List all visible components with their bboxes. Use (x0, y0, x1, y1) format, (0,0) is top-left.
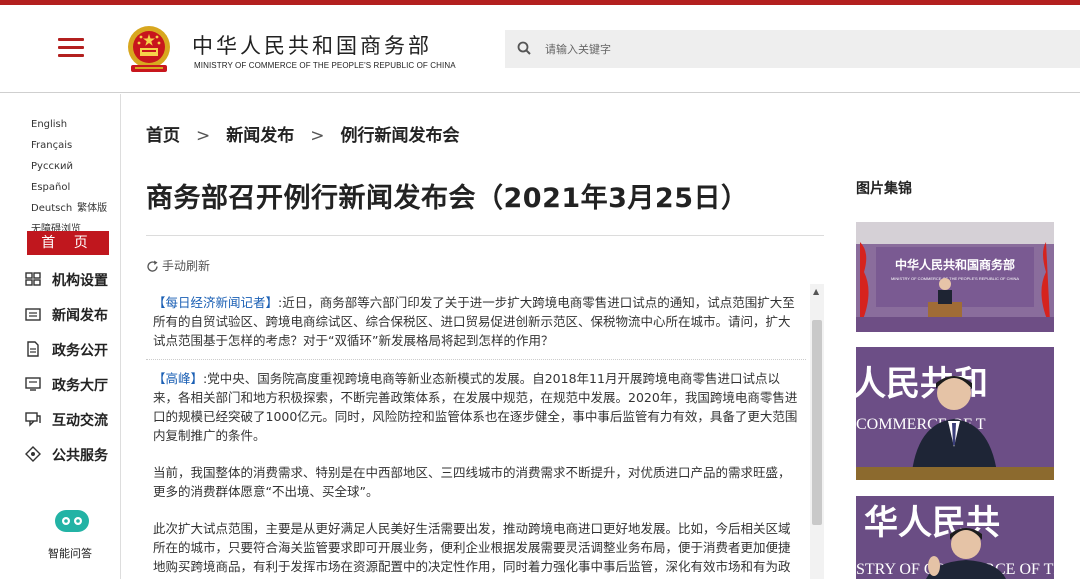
sidebar-item-service-hall[interactable]: 政务大厅 (25, 373, 117, 395)
main-content: 首页 > 新闻发布 > 例行新闻发布会 商务部召开例行新闻发布会（2021年3月25日）… (121, 94, 1080, 579)
transcript-scroll-area[interactable]: 【每日经济新闻记者】:近日，商务部等六部门印发了关于进一步扩大跨境电商零售进口试… (146, 284, 824, 579)
scrollbar[interactable]: ▲ (810, 284, 824, 579)
answer-paragraph: 此次扩大试点范围，主要是从更好满足人民美好生活需要出发，推动跨境电商进口更好地发… (153, 521, 791, 579)
sidebar-item-government-affairs[interactable]: 政务公开 (25, 338, 117, 360)
lang-english[interactable]: English (31, 114, 67, 135)
answer-paragraph: 当前，我国整体的消费需求、特别是在中西部地区、三四线城市的消费需求不断提升，对优… (153, 465, 791, 499)
gallery-photo[interactable]: 中华人民共和国商务部 MINISTRY OF COMMERCE OF THE P… (856, 222, 1054, 332)
assistant-label[interactable]: 智能问答 (48, 545, 92, 561)
robot-assistant-icon[interactable] (53, 507, 91, 535)
org-chart-icon (25, 272, 41, 286)
lang-spanish[interactable]: Español (31, 177, 70, 198)
lang-french[interactable]: Français (31, 135, 72, 156)
menu-icon[interactable] (58, 38, 84, 60)
language-links: EnglishFrançais РусскийEspañol Deutsch 繁体… (31, 114, 116, 240)
chat-icon (25, 412, 41, 427)
left-sidebar: EnglishFrançais РусскийEspañol Deutsch 繁体… (0, 94, 121, 579)
site-header: 中华人民共和国商务部 MINISTRY OF COMMERCE OF THE P… (0, 5, 1080, 93)
refresh-label: 手动刷新 (162, 259, 211, 273)
answer-block: 【高峰】:党中央、国务院高度重视跨境电商等新业态新模式的发展。自2018年11月… (146, 360, 806, 454)
banner-text: 中华人民共和国商务部 (895, 257, 1015, 272)
gallery-title: 图片集锦 (856, 181, 912, 197)
press-conference-photo: 中华人民共和国商务部 MINISTRY OF COMMERCE OF THE P… (856, 222, 1054, 332)
spokesperson-photo: 人民共和 COMMERCE OF T (856, 347, 1054, 480)
sidebar-item-label: 政务大厅 (52, 378, 108, 394)
site-title-cn[interactable]: 中华人民共和国商务部 (192, 30, 432, 60)
document-icon (27, 341, 39, 357)
title-divider (146, 235, 824, 236)
sidebar-item-label: 公共服务 (52, 448, 108, 464)
transcript-content: 【每日经济新闻记者】:近日，商务部等六部门印发了关于进一步扩大跨境电商零售进口试… (146, 284, 806, 579)
lang-russian[interactable]: Русский (31, 156, 73, 177)
gallery-photo[interactable]: 华人民共 STRY OF COMMERCE OF THE (856, 496, 1054, 579)
sidebar-item-label: 互动交流 (52, 413, 108, 429)
service-hall-icon (25, 377, 41, 391)
sidebar-item-organization[interactable]: 机构设置 (25, 268, 117, 290)
breadcrumb-news[interactable]: 新闻发布 (226, 126, 294, 146)
scrollbar-thumb[interactable] (812, 320, 822, 525)
public-service-icon (25, 446, 41, 462)
answer-speaker: 【高峰】 (153, 371, 204, 386)
refresh-icon (147, 260, 158, 272)
scroll-up-icon[interactable]: ▲ (813, 287, 819, 296)
lang-traditional-chinese[interactable]: 繁体版 (77, 198, 107, 219)
breadcrumb-separator-icon: > (310, 126, 325, 146)
lang-german[interactable]: Deutsch (31, 198, 72, 219)
breadcrumb-press-conference[interactable]: 例行新闻发布会 (341, 126, 460, 146)
question-speaker: 【每日经济新闻记者】 (153, 295, 279, 310)
sidebar-item-label: 政务公开 (52, 343, 108, 359)
breadcrumb: 首页 > 新闻发布 > 例行新闻发布会 (146, 121, 460, 146)
national-emblem-logo[interactable] (125, 24, 173, 76)
breadcrumb-separator-icon: > (196, 126, 211, 146)
news-icon (25, 308, 41, 321)
article-title: 商务部召开例行新闻发布会（2021年3月25日） (146, 183, 749, 214)
search-input[interactable]: 请输入关键字 (545, 41, 611, 57)
gallery-photo[interactable]: 人民共和 COMMERCE OF T (856, 347, 1054, 480)
sidebar-item-news[interactable]: 新闻发布 (25, 303, 117, 325)
site-title-en: MINISTRY OF COMMERCE OF THE PEOPLE'S REP… (194, 61, 456, 70)
breadcrumb-home[interactable]: 首页 (146, 126, 180, 146)
banner-text-en: MINISTRY OF COMMERCE OF THE PEOPLE'S REP… (891, 276, 1019, 281)
sidebar-item-label: 新闻发布 (52, 308, 108, 324)
home-button[interactable]: 首 页 (27, 231, 109, 255)
question-block: 【每日经济新闻记者】:近日，商务部等六部门印发了关于进一步扩大跨境电商零售进口试… (146, 284, 806, 360)
search-icon[interactable] (517, 41, 531, 55)
refresh-button[interactable]: 手动刷新 (146, 257, 210, 274)
sidebar-item-public-service[interactable]: 公共服务 (25, 443, 117, 465)
spokesperson-photo: 华人民共 STRY OF COMMERCE OF THE (856, 496, 1054, 579)
search-bar[interactable]: 请输入关键字 (505, 30, 1080, 68)
answer-text: :党中央、国务院高度重视跨境电商等新业态新模式的发展。自2018年11月开展跨境… (153, 371, 798, 443)
sidebar-item-interaction[interactable]: 互动交流 (25, 408, 117, 430)
sidebar-item-label: 机构设置 (52, 273, 108, 289)
